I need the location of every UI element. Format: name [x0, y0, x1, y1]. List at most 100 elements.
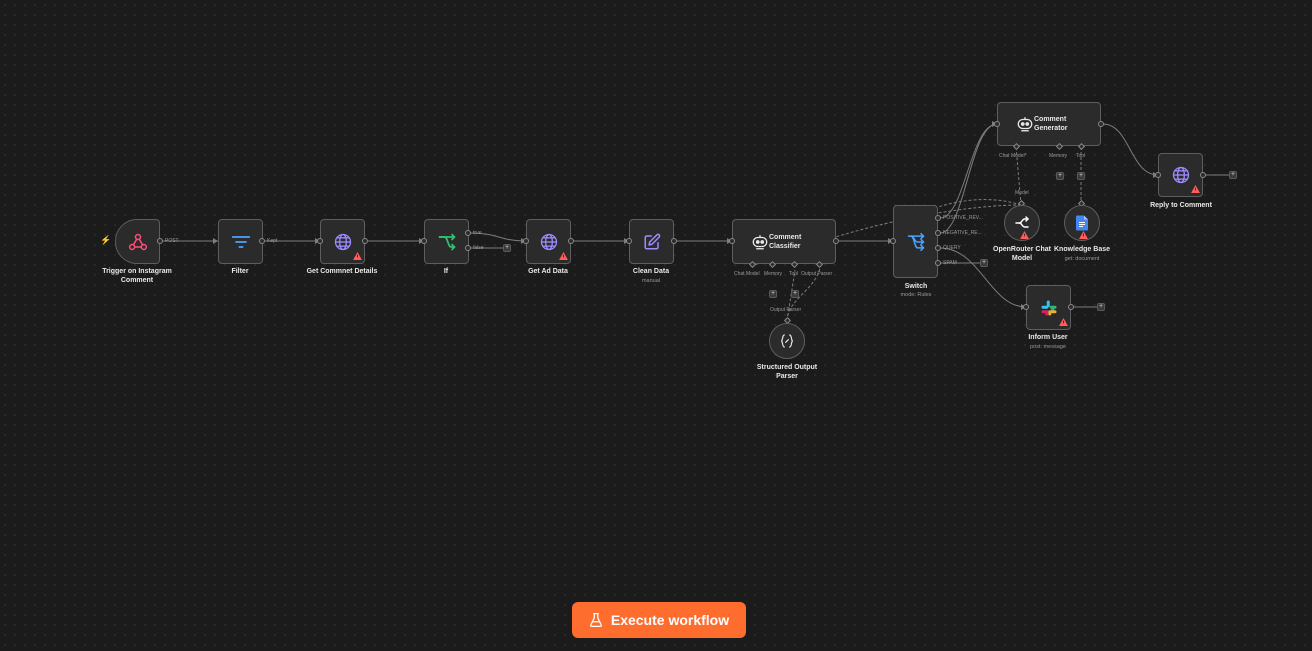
filter-icon: [231, 235, 250, 248]
if-true-label: true: [473, 230, 482, 236]
knowledge-base-subtitle: get: document: [1064, 256, 1100, 262]
switch-icon: [907, 232, 924, 251]
warning-icon: [559, 252, 568, 260]
warning-icon: [1079, 231, 1088, 239]
trigger-output-label: POST: [165, 238, 179, 244]
reply-input-port[interactable]: [1155, 172, 1161, 178]
warning-icon: [1191, 185, 1200, 193]
switch-output-label-2: QUERY: [943, 245, 961, 251]
trigger-bolt-icon: ⚡: [100, 235, 112, 245]
get-comment-details-label: Get Commnet Details: [306, 268, 378, 275]
getad-input-port[interactable]: [523, 238, 529, 244]
generator-memory-add-button[interactable]: +: [1056, 172, 1064, 180]
inform-input-port[interactable]: [1023, 304, 1029, 310]
clean-input-port[interactable]: [626, 238, 632, 244]
node-reply-to-comment[interactable]: [1158, 153, 1203, 197]
edge-generator-reply: [1102, 123, 1159, 176]
switch-output-port-1[interactable]: [935, 230, 941, 236]
node-get-comment-details[interactable]: [320, 219, 365, 264]
node-get-ad-data[interactable]: [526, 219, 571, 264]
filter-output-port[interactable]: [259, 238, 265, 244]
node-switch[interactable]: [893, 205, 938, 278]
switch-label: Switch: [904, 283, 928, 290]
structured-output-parser-label: Structured Output Parser: [756, 364, 818, 380]
generator-tool-label: Tool: [1076, 153, 1086, 159]
inform-user-label: Inform User: [1028, 334, 1068, 341]
if-false-port[interactable]: [465, 245, 471, 251]
node-clean-data[interactable]: [629, 219, 674, 264]
webhook-icon: [128, 233, 147, 250]
execute-workflow-label: Execute workflow: [610, 612, 730, 628]
google-docs-icon: [1076, 215, 1088, 231]
node-inform-user[interactable]: [1026, 285, 1071, 330]
workflow-canvas[interactable]: ⚡ POST Trigger on Instagram Comment Kept…: [0, 0, 1312, 651]
clean-output-port[interactable]: [671, 238, 677, 244]
parser-port-label: Output Parser: [770, 307, 802, 313]
comment-generator-title: Comment Generator: [1034, 116, 1068, 132]
if-true-port[interactable]: [465, 230, 471, 236]
node-openrouter-chat-model[interactable]: [1004, 205, 1040, 241]
robot-icon: [1017, 117, 1033, 132]
generator-memory-label: Memory: [1049, 153, 1068, 159]
if-false-label: false: [473, 245, 484, 251]
inform-add-button[interactable]: +: [1097, 303, 1105, 311]
reply-add-button[interactable]: +: [1229, 171, 1237, 179]
execute-workflow-button[interactable]: Execute workflow: [572, 602, 746, 638]
slack-icon: [1041, 300, 1056, 315]
globe-icon: [334, 233, 351, 250]
node-filter[interactable]: [218, 219, 263, 264]
getcomment-output-port[interactable]: [362, 238, 368, 244]
edit-icon: [644, 233, 660, 249]
switch-output-label-3: SPAM: [943, 260, 957, 266]
trigger-output-port[interactable]: [157, 238, 163, 244]
switch-output-port-3[interactable]: [935, 260, 941, 266]
classifier-output-port[interactable]: [833, 238, 839, 244]
edge-switch-pos-generator: [939, 123, 998, 219]
switch-spam-add-button[interactable]: +: [980, 259, 988, 267]
get-ad-data-label: Get Ad Data: [528, 268, 568, 275]
generator-chat-model-label: Chat Model*: [999, 153, 1027, 159]
openrouter-icon: [1015, 216, 1029, 228]
node-structured-output-parser[interactable]: [769, 323, 805, 359]
classifier-memory-label: Memory: [764, 271, 783, 277]
clean-data-subtitle: manual: [641, 278, 661, 284]
classifier-input-port[interactable]: [729, 238, 735, 244]
warning-icon: [1020, 231, 1029, 239]
globe-icon: [540, 233, 557, 250]
switch-output-label-1: NEGATIVE_RE...: [943, 230, 982, 236]
generator-output-port[interactable]: [1098, 121, 1104, 127]
if-label: If: [443, 268, 449, 275]
connections-layer: [162, 121, 1230, 322]
inform-user-subtitle: post: message: [1030, 344, 1066, 350]
node-comment-generator[interactable]: Comment Generator: [997, 102, 1101, 146]
switch-output-port-2[interactable]: [935, 245, 941, 251]
braces-icon: [780, 334, 794, 348]
switch-input-port[interactable]: [890, 238, 896, 244]
globe-icon: [1172, 166, 1189, 184]
if-input-port[interactable]: [421, 238, 427, 244]
reply-output-port[interactable]: [1200, 172, 1206, 178]
switch-subtitle: mode: Rules: [900, 292, 932, 298]
node-knowledge-base[interactable]: [1064, 205, 1100, 241]
openrouter-port-label: Model: [1015, 190, 1029, 196]
getcomment-input-port[interactable]: [317, 238, 323, 244]
node-comment-classifier[interactable]: Comment Classifier: [732, 219, 836, 264]
generator-tool-add-button[interactable]: +: [1077, 172, 1085, 180]
node-if[interactable]: [424, 219, 469, 264]
getad-output-port[interactable]: [568, 238, 574, 244]
switch-output-port-0[interactable]: [935, 215, 941, 221]
trigger-label: Trigger on Instagram Comment: [102, 268, 172, 284]
if-branch-icon: [438, 233, 455, 250]
clean-data-label: Clean Data: [632, 268, 670, 275]
inform-output-port[interactable]: [1068, 304, 1074, 310]
node-trigger-instagram[interactable]: [115, 219, 160, 264]
reply-to-comment-label: Reply to Comment: [1150, 202, 1212, 209]
warning-icon: [353, 252, 362, 260]
edge-model-line: [929, 199, 1022, 211]
classifier-memory-add-button[interactable]: +: [769, 290, 777, 298]
classifier-tool-add-button[interactable]: +: [791, 290, 799, 298]
if-false-add-button[interactable]: +: [503, 244, 511, 252]
classifier-output-parser-label: Output Parser: [801, 271, 833, 277]
generator-input-port[interactable]: [994, 121, 1000, 127]
flask-icon: [589, 612, 602, 628]
